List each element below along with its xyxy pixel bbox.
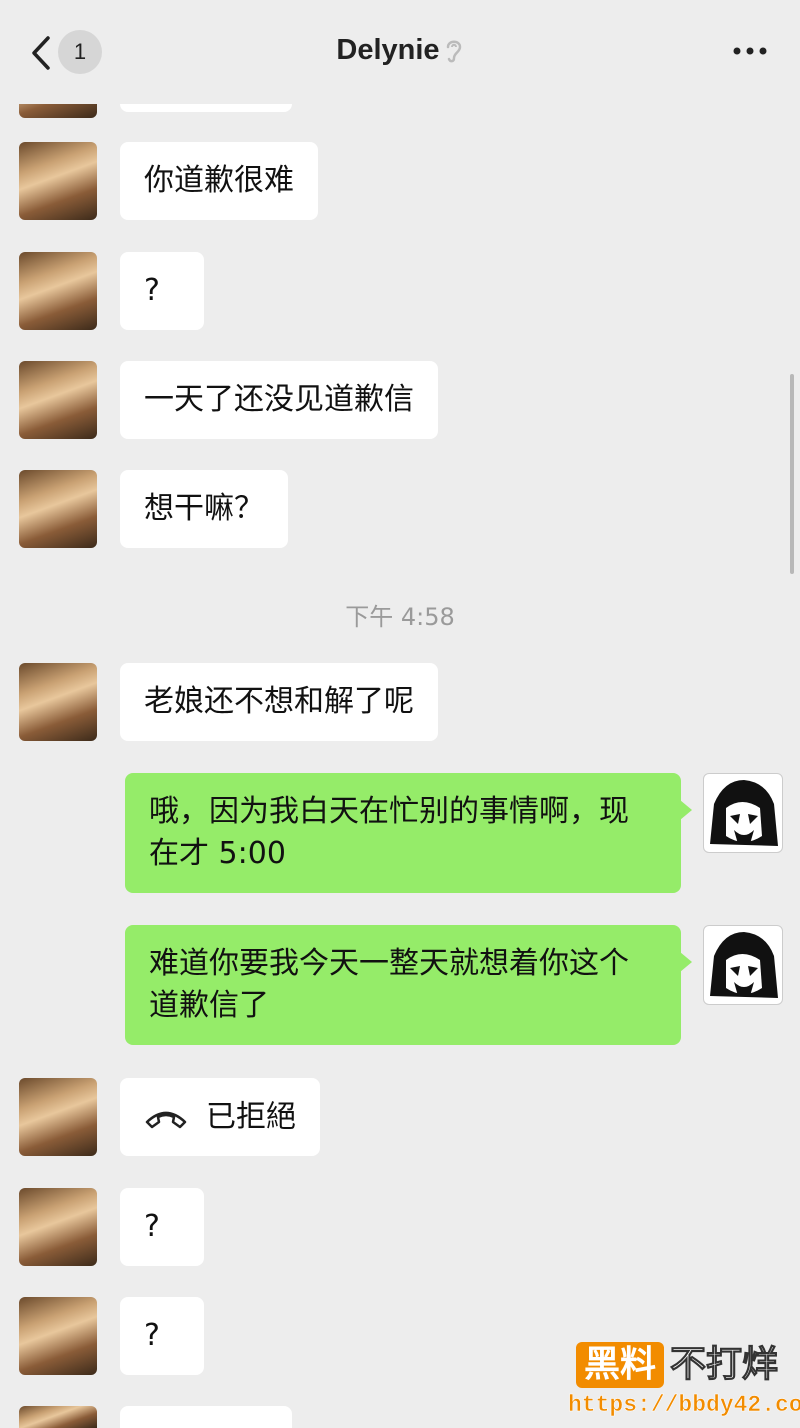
- watermark-logo: 黑料 不打烊: [576, 1342, 779, 1388]
- contact-name: Delynie: [336, 34, 440, 66]
- contact-avatar[interactable]: [19, 252, 97, 330]
- my-avatar[interactable]: [703, 925, 783, 1005]
- call-record-bubble[interactable]: 已拒絕: [120, 1078, 320, 1156]
- contact-avatar[interactable]: [19, 663, 97, 741]
- message-bubble-incoming[interactable]: ?: [120, 252, 204, 330]
- chat-title: Delynie: [0, 34, 800, 67]
- message-bubble-incoming[interactable]: 老娘还不想和解了呢: [120, 663, 438, 741]
- contact-avatar[interactable]: [19, 1078, 97, 1156]
- phone-handset-icon: [145, 1111, 187, 1128]
- more-options-icon[interactable]: [732, 44, 768, 58]
- anime-avatar-icon: [710, 780, 778, 846]
- message-bubble-partial: [120, 1406, 292, 1428]
- bubble-tail: [680, 800, 692, 820]
- earpiece-mode-icon: [446, 40, 461, 63]
- contact-avatar[interactable]: [19, 1406, 97, 1428]
- contact-avatar[interactable]: [19, 1297, 97, 1375]
- contact-avatar[interactable]: [19, 1188, 97, 1266]
- message-bubble-incoming[interactable]: 你道歉很难: [120, 142, 318, 220]
- bubble-tail: [680, 952, 692, 972]
- contact-avatar[interactable]: [19, 142, 97, 220]
- message-timestamp: 下午 4:58: [345, 603, 455, 631]
- watermark-text: 不打烊: [670, 1344, 779, 1386]
- scrollbar[interactable]: [790, 374, 794, 574]
- message-bubble-incoming[interactable]: 一天了还没见道歉信: [120, 361, 438, 439]
- contact-avatar[interactable]: [19, 470, 97, 548]
- message-bubble-incoming[interactable]: ?: [120, 1188, 204, 1266]
- anime-avatar-icon: [710, 932, 778, 998]
- message-bubble-outgoing[interactable]: 哦，因为我白天在忙别的事情啊，现在才 5:00: [125, 773, 681, 893]
- message-bubble-outgoing[interactable]: 难道你要我今天一整天就想着你这个道歉信了: [125, 925, 681, 1045]
- message-bubble-incoming[interactable]: ?: [120, 1297, 204, 1375]
- my-avatar[interactable]: [703, 773, 783, 853]
- chat-header: 1 Delynie: [0, 0, 800, 104]
- message-bubble-incoming[interactable]: 想干嘛？: [120, 470, 288, 548]
- contact-avatar[interactable]: [19, 361, 97, 439]
- call-status-label: 已拒絕: [206, 1099, 296, 1135]
- watermark-url: https://bbdy42.com: [568, 1392, 800, 1419]
- watermark-tag: 黑料: [576, 1342, 665, 1388]
